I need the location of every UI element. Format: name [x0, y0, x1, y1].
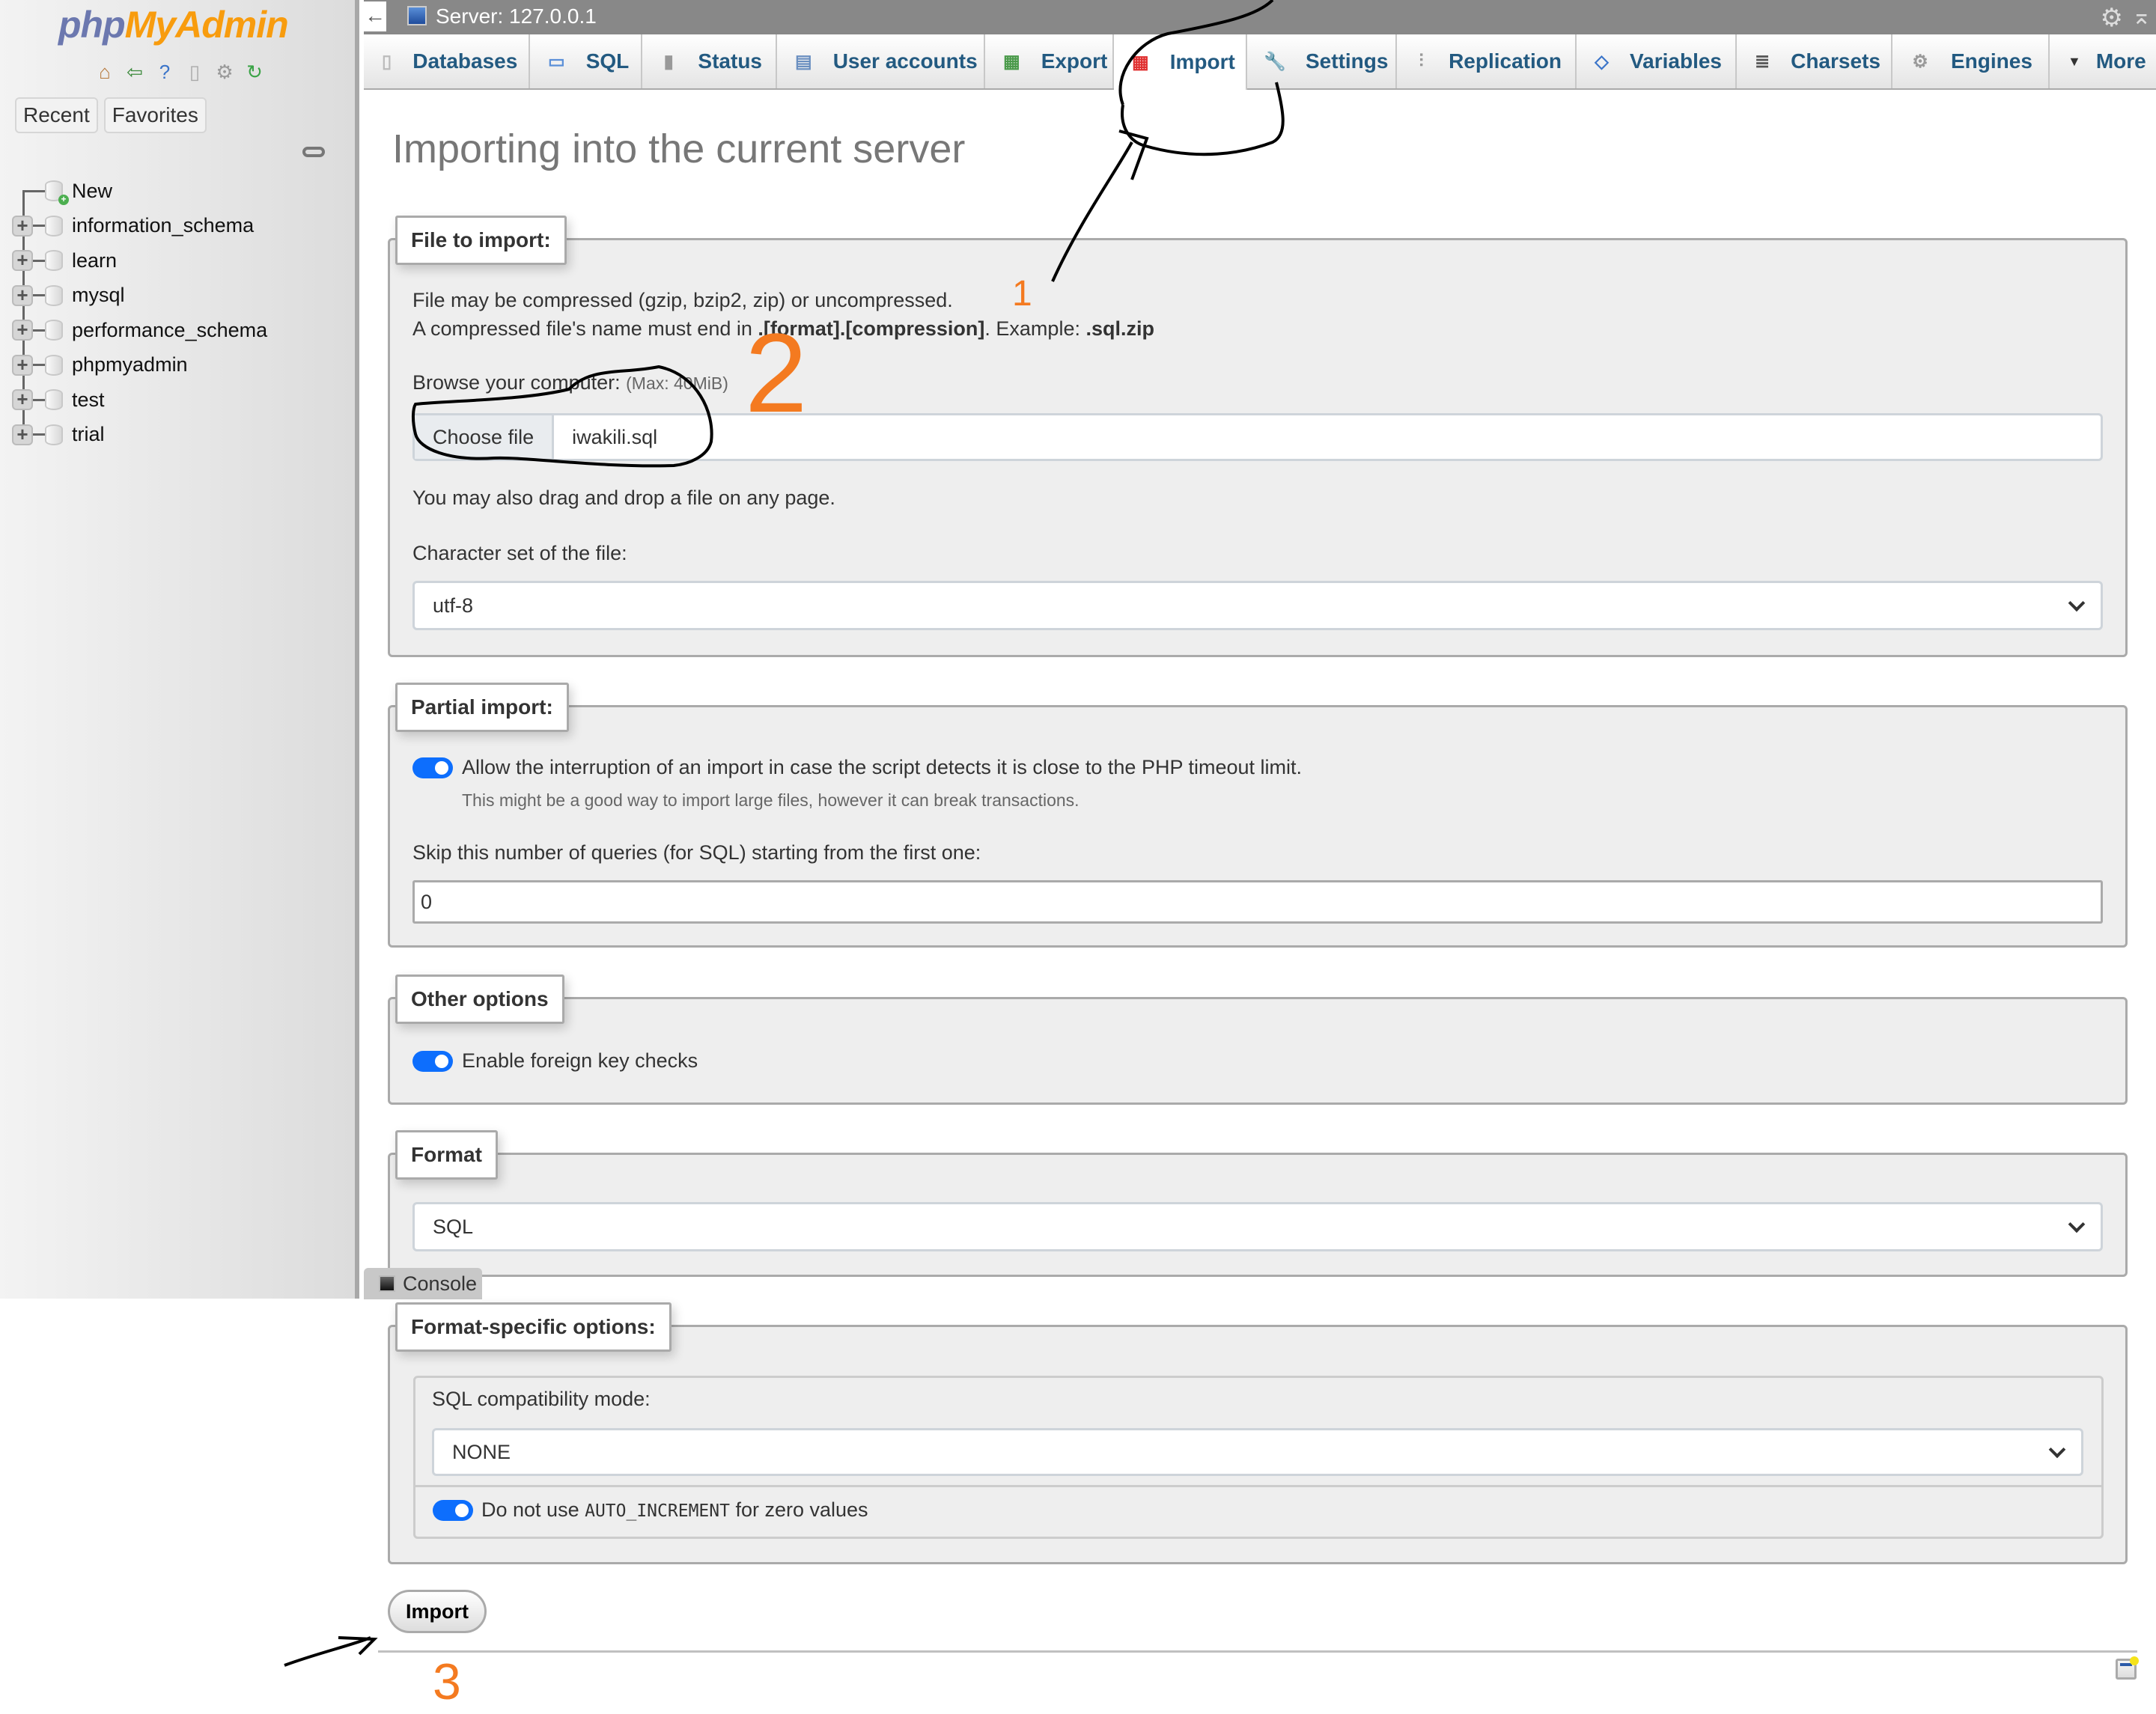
other-options-legend: Other options [395, 975, 564, 1024]
allow-interrupt-note: This might be a good way to import large… [462, 790, 1079, 810]
server-breadcrumb[interactable]: Server: 127.0.0.1 [436, 4, 597, 28]
tab-export[interactable]: ▦ Export [985, 34, 1114, 88]
recent-tab[interactable]: Recent [15, 97, 98, 133]
allow-interrupt-toggle[interactable] [412, 757, 453, 778]
database-icon [45, 215, 63, 237]
foreign-key-checks-label[interactable]: Enable foreign key checks [462, 1049, 698, 1073]
expand-icon[interactable]: + [12, 250, 33, 272]
tab-variables[interactable]: ◇ Variables [1577, 34, 1737, 88]
sql-compatibility-label: SQL compatibility mode: [432, 1388, 651, 1410]
tab-sql[interactable]: ▭ SQL [530, 34, 642, 88]
tab-status[interactable]: ▮ Status [642, 34, 777, 88]
database-icon: ▯ [382, 51, 392, 72]
export-icon: ▦ [1003, 51, 1020, 72]
divider [413, 1485, 2104, 1487]
compressed-filename-note: A compressed file's name must end in .[f… [412, 317, 1154, 340]
user-accounts-icon: ▤ [795, 51, 812, 72]
tab-charsets[interactable]: ≣ Charsets [1737, 34, 1892, 88]
charset-label: Character set of the file: [412, 542, 627, 564]
replication-icon: ⫶ [1419, 51, 1424, 71]
collapse-top-menu-icon[interactable]: ⌅ [2131, 1, 2152, 30]
format-legend: Format [395, 1130, 498, 1180]
settings-icon[interactable]: ⚙ [213, 60, 237, 84]
chevron-down-icon [2068, 594, 2086, 612]
status-icon: ▮ [663, 51, 674, 72]
server-breadcrumb-bar: ← Server: 127.0.0.1 ⚙ ⌅ [364, 0, 2156, 34]
expand-icon[interactable]: + [12, 320, 33, 341]
tab-databases[interactable]: ▯ Databases [364, 34, 530, 88]
compression-note: File may be compressed (gzip, bzip2, zip… [412, 289, 953, 311]
sql-compatibility-select[interactable]: NONE [432, 1428, 2083, 1476]
format-specific-options-legend: Format-specific options: [395, 1302, 672, 1352]
skip-queries-input[interactable]: 0 [412, 880, 2103, 924]
database-icon [45, 424, 63, 445]
import-submit-button[interactable]: Import [388, 1590, 487, 1633]
drag-drop-note: You may also drag and drop a file on any… [412, 487, 835, 509]
chevron-down-icon [2068, 1216, 2086, 1233]
file-to-import-legend: File to import: [395, 216, 567, 265]
sql-icon: ▭ [548, 51, 565, 72]
expand-icon[interactable]: + [12, 424, 33, 445]
logout-icon[interactable]: ⇦ [123, 60, 147, 84]
expand-icon[interactable]: + [12, 215, 33, 237]
sidebar-quick-icons: ⌂ ⇦ ? ▯ ⚙ ↻ [93, 60, 267, 84]
database-icon [45, 284, 63, 306]
partial-import-legend: Partial import: [395, 683, 569, 732]
foreign-key-checks-toggle[interactable] [412, 1051, 453, 1072]
database-icon [45, 354, 63, 376]
more-dropdown-icon: ▼ [2068, 53, 2081, 69]
format-select[interactable]: SQL [412, 1202, 2103, 1251]
settings-wrench-icon: 🔧 [1264, 51, 1286, 72]
expand-icon[interactable]: + [12, 389, 33, 411]
tab-import[interactable]: ▦ Import [1114, 34, 1247, 90]
notification-icon[interactable] [2116, 1656, 2139, 1680]
database-icon [45, 250, 63, 272]
page-title: Importing into the current server [392, 126, 966, 171]
max-size-note: (Max: 40MiB) [626, 373, 728, 393]
server-icon [407, 6, 427, 25]
tab-engines[interactable]: ⚙ Engines [1892, 34, 2050, 88]
console-toggle[interactable]: Console [364, 1268, 482, 1299]
engines-icon: ⚙ [1912, 51, 1928, 72]
auto-increment-toggle[interactable] [433, 1500, 473, 1521]
recent-favorites-tabs: Recent Favorites [15, 97, 207, 133]
docs-icon[interactable]: ▯ [183, 60, 207, 84]
navigation-sidebar: phpMyAdmin ⌂ ⇦ ? ▯ ⚙ ↻ Recent Favorites … [0, 0, 359, 1299]
file-input[interactable]: Choose file iwakili.sql [412, 413, 2103, 461]
help-icon[interactable]: ? [153, 60, 177, 84]
collapse-sidebar-button[interactable]: ← [364, 1, 386, 31]
phpmyadmin-logo[interactable]: phpMyAdmin [58, 3, 289, 46]
page-settings-icon[interactable]: ⚙ [2101, 3, 2123, 33]
console-icon [379, 1275, 395, 1292]
link-with-main-panel-icon[interactable] [302, 147, 325, 157]
skip-queries-label: Skip this number of queries (for SQL) st… [412, 841, 981, 864]
charsets-icon: ≣ [1755, 51, 1770, 72]
plus-icon: + [58, 195, 69, 205]
database-icon [45, 320, 63, 341]
divider [378, 1650, 2137, 1653]
favorites-tab[interactable]: Favorites [103, 97, 207, 133]
tab-more[interactable]: ▼ More [2050, 34, 2156, 88]
reload-icon[interactable]: ↻ [243, 60, 267, 84]
charset-select[interactable]: utf-8 [412, 581, 2103, 630]
allow-interrupt-label[interactable]: Allow the interruption of an import in c… [462, 756, 1302, 779]
selected-file-name: iwakili.sql [572, 425, 658, 448]
annotation-arrow-3 [284, 1636, 378, 1667]
chevron-down-icon [2048, 1441, 2066, 1459]
database-icon [45, 389, 63, 411]
expand-icon[interactable]: + [12, 354, 33, 376]
choose-file-button[interactable]: Choose file [415, 415, 555, 459]
browse-label: Browse your computer: (Max: 40MiB) [412, 371, 728, 394]
tab-user-accounts[interactable]: ▤ User accounts [777, 34, 985, 88]
tab-settings[interactable]: 🔧 Settings [1247, 34, 1397, 88]
import-icon: ▦ [1132, 52, 1149, 73]
variables-icon: ◇ [1595, 51, 1609, 72]
auto-increment-label[interactable]: Do not use AUTO_INCREMENT for zero value… [481, 1498, 868, 1522]
home-icon[interactable]: ⌂ [93, 60, 117, 84]
annotation-step-3: 3 [433, 1653, 461, 1710]
server-tabs: ▯ Databases ▭ SQL ▮ Status ▤ User accounts ▦… [364, 34, 2156, 90]
tab-replication[interactable]: ⫶ Replication [1397, 34, 1577, 88]
expand-icon[interactable]: + [12, 284, 33, 306]
